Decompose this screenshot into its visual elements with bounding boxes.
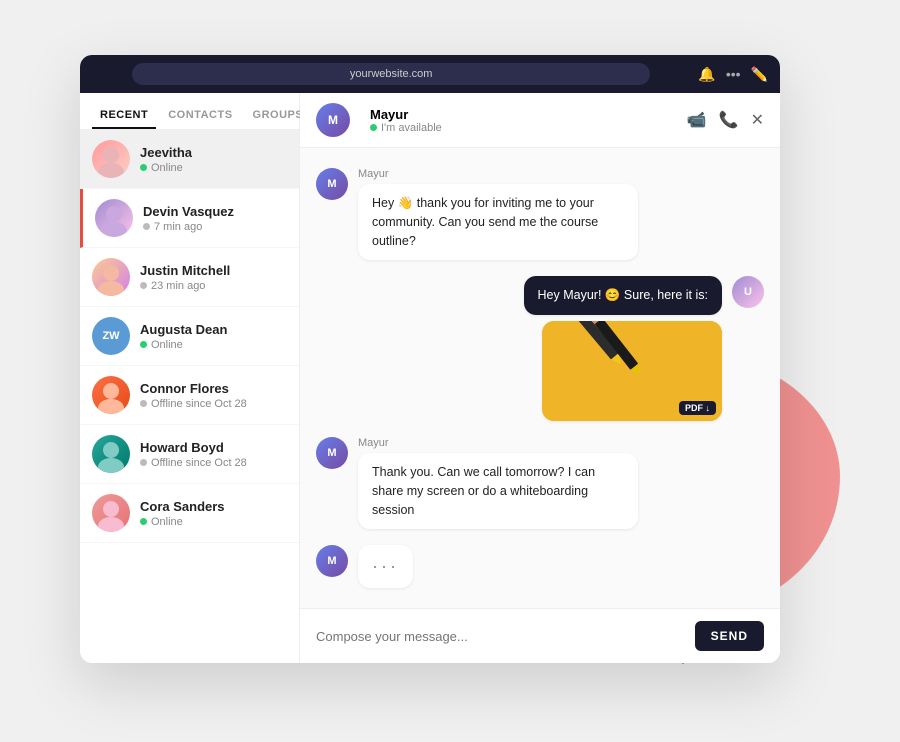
contact-name-justin: Justin Mitchell <box>140 263 230 278</box>
avatar-augusta: ZW <box>92 317 130 355</box>
contact-status-augusta: Online <box>140 339 227 351</box>
available-dot <box>370 124 377 131</box>
msg-avatar-me: U <box>732 276 764 308</box>
message-group-typing: M ··· <box>316 545 764 588</box>
app-container: RECENT CONTACTS GROUPS Jeevitha <box>80 93 780 663</box>
contact-info-devin: Devin Vasquez 7 min ago <box>143 204 234 233</box>
call-icon[interactable]: 📞 <box>719 110 739 130</box>
contact-item-justin[interactable]: Justin Mitchell 23 min ago <box>80 248 299 307</box>
msg-content-1: Mayur Hey 👋 thank you for inviting me to… <box>358 168 638 260</box>
main-layout: RECENT CONTACTS GROUPS Jeevitha <box>80 93 780 663</box>
msg-sender-1: Mayur <box>358 168 638 180</box>
chat-header-info: Mayur I'm available <box>370 107 442 134</box>
chat-area: M Mayur I'm available 📹 📞 ✕ <box>300 93 780 663</box>
bell-icon[interactable]: 🔔 <box>698 66 715 83</box>
contact-info-jeevitha: Jeevitha Online <box>140 145 192 174</box>
msg-bubble-3: Thank you. Can we call tomorrow? I can s… <box>358 453 638 529</box>
sidebar-tabs: RECENT CONTACTS GROUPS <box>80 93 299 130</box>
contact-status-jeevitha: Online <box>140 162 192 174</box>
close-icon[interactable]: ✕ <box>751 110 764 130</box>
chat-header-name: Mayur <box>370 107 442 122</box>
contact-name-jeevitha: Jeevitha <box>140 145 192 160</box>
msg-bubble-2: Hey Mayur! 😊 Sure, here it is: <box>524 276 722 315</box>
contact-item-augusta[interactable]: ZW Augusta Dean Online <box>80 307 299 366</box>
msg-avatar-mayur-2: M <box>316 437 348 469</box>
messages-container: M Mayur Hey 👋 thank you for inviting me … <box>300 148 780 608</box>
contact-name-connor: Connor Flores <box>140 381 247 396</box>
contact-item-howard[interactable]: Howard Boyd Offline since Oct 28 <box>80 425 299 484</box>
contact-status-howard: Offline since Oct 28 <box>140 457 247 469</box>
avatar-jeevitha <box>92 140 130 178</box>
message-group-3: M Mayur Thank you. Can we call tomorrow?… <box>316 437 764 529</box>
contact-info-connor: Connor Flores Offline since Oct 28 <box>140 381 247 410</box>
chat-header-status: I'm available <box>370 122 442 134</box>
send-button[interactable]: SEND <box>695 621 764 651</box>
tab-recent[interactable]: RECENT <box>92 103 156 129</box>
contact-info-augusta: Augusta Dean Online <box>140 322 227 351</box>
status-dot-devin <box>143 223 150 230</box>
pdf-badge: PDF ↓ <box>679 401 716 415</box>
avatar-howard <box>92 435 130 473</box>
contact-name-devin: Devin Vasquez <box>143 204 234 219</box>
edit-icon[interactable]: ✏️ <box>751 66 768 83</box>
status-dot-connor <box>140 400 147 407</box>
status-dot-augusta <box>140 341 147 348</box>
contact-status-cora: Online <box>140 516 225 528</box>
contact-name-augusta: Augusta Dean <box>140 322 227 337</box>
address-bar[interactable]: yourwebsite.com <box>132 63 650 85</box>
chat-header-actions: 📹 📞 ✕ <box>687 110 764 130</box>
compose-bar: SEND <box>300 608 780 663</box>
contact-name-howard: Howard Boyd <box>140 440 247 455</box>
contact-item-jeevitha[interactable]: Jeevitha Online <box>80 130 299 189</box>
contact-list: Jeevitha Online Devin <box>80 130 299 663</box>
browser-bar-icons: 🔔 ••• ✏️ <box>698 66 768 83</box>
browser-bar: yourwebsite.com 🔔 ••• ✏️ <box>80 55 780 93</box>
address-text: yourwebsite.com <box>350 68 433 80</box>
status-dot-howard <box>140 459 147 466</box>
contact-info-cora: Cora Sanders Online <box>140 499 225 528</box>
contact-info-justin: Justin Mitchell 23 min ago <box>140 263 230 292</box>
avatar-connor <box>92 376 130 414</box>
status-dot-cora <box>140 518 147 525</box>
msg-avatar-mayur: M <box>316 168 348 200</box>
msg-bubble-1: Hey 👋 thank you for inviting me to your … <box>358 184 638 260</box>
msg-image: PDF ↓ <box>542 321 722 421</box>
msg-content-typing: ··· <box>358 545 413 588</box>
contact-info-howard: Howard Boyd Offline since Oct 28 <box>140 440 247 469</box>
contact-item-connor[interactable]: Connor Flores Offline since Oct 28 <box>80 366 299 425</box>
message-group-2: U Hey Mayur! 😊 Sure, here it is: <box>316 276 764 421</box>
contact-item-devin[interactable]: Devin Vasquez 7 min ago <box>80 189 299 248</box>
message-group-1: M Mayur Hey 👋 thank you for inviting me … <box>316 168 764 260</box>
video-icon[interactable]: 📹 <box>687 110 707 130</box>
typing-bubble: ··· <box>358 545 413 588</box>
msg-image-card: PDF ↓ <box>542 321 722 421</box>
msg-content-3: Mayur Thank you. Can we call tomorrow? I… <box>358 437 638 529</box>
contact-status-devin: 7 min ago <box>143 221 234 233</box>
msg-content-2: Hey Mayur! 😊 Sure, here it is: <box>524 276 722 421</box>
contact-name-cora: Cora Sanders <box>140 499 225 514</box>
contact-status-connor: Offline since Oct 28 <box>140 398 247 410</box>
chat-header-avatar: M <box>316 103 350 137</box>
msg-avatar-mayur-3: M <box>316 545 348 577</box>
sidebar: RECENT CONTACTS GROUPS Jeevitha <box>80 93 300 663</box>
tab-contacts[interactable]: CONTACTS <box>160 103 240 129</box>
avatar-devin <box>95 199 133 237</box>
contact-status-justin: 23 min ago <box>140 280 230 292</box>
chat-header: M Mayur I'm available 📹 📞 ✕ <box>300 93 780 148</box>
more-icon[interactable]: ••• <box>726 66 741 83</box>
avatar-cora <box>92 494 130 532</box>
compose-input[interactable] <box>316 629 685 644</box>
status-dot-justin <box>140 282 147 289</box>
status-dot-jeevitha <box>140 164 147 171</box>
msg-sender-3: Mayur <box>358 437 638 449</box>
contact-item-cora[interactable]: Cora Sanders Online <box>80 484 299 543</box>
avatar-justin <box>92 258 130 296</box>
browser-window: yourwebsite.com 🔔 ••• ✏️ RECENT CONTACTS… <box>80 55 780 663</box>
